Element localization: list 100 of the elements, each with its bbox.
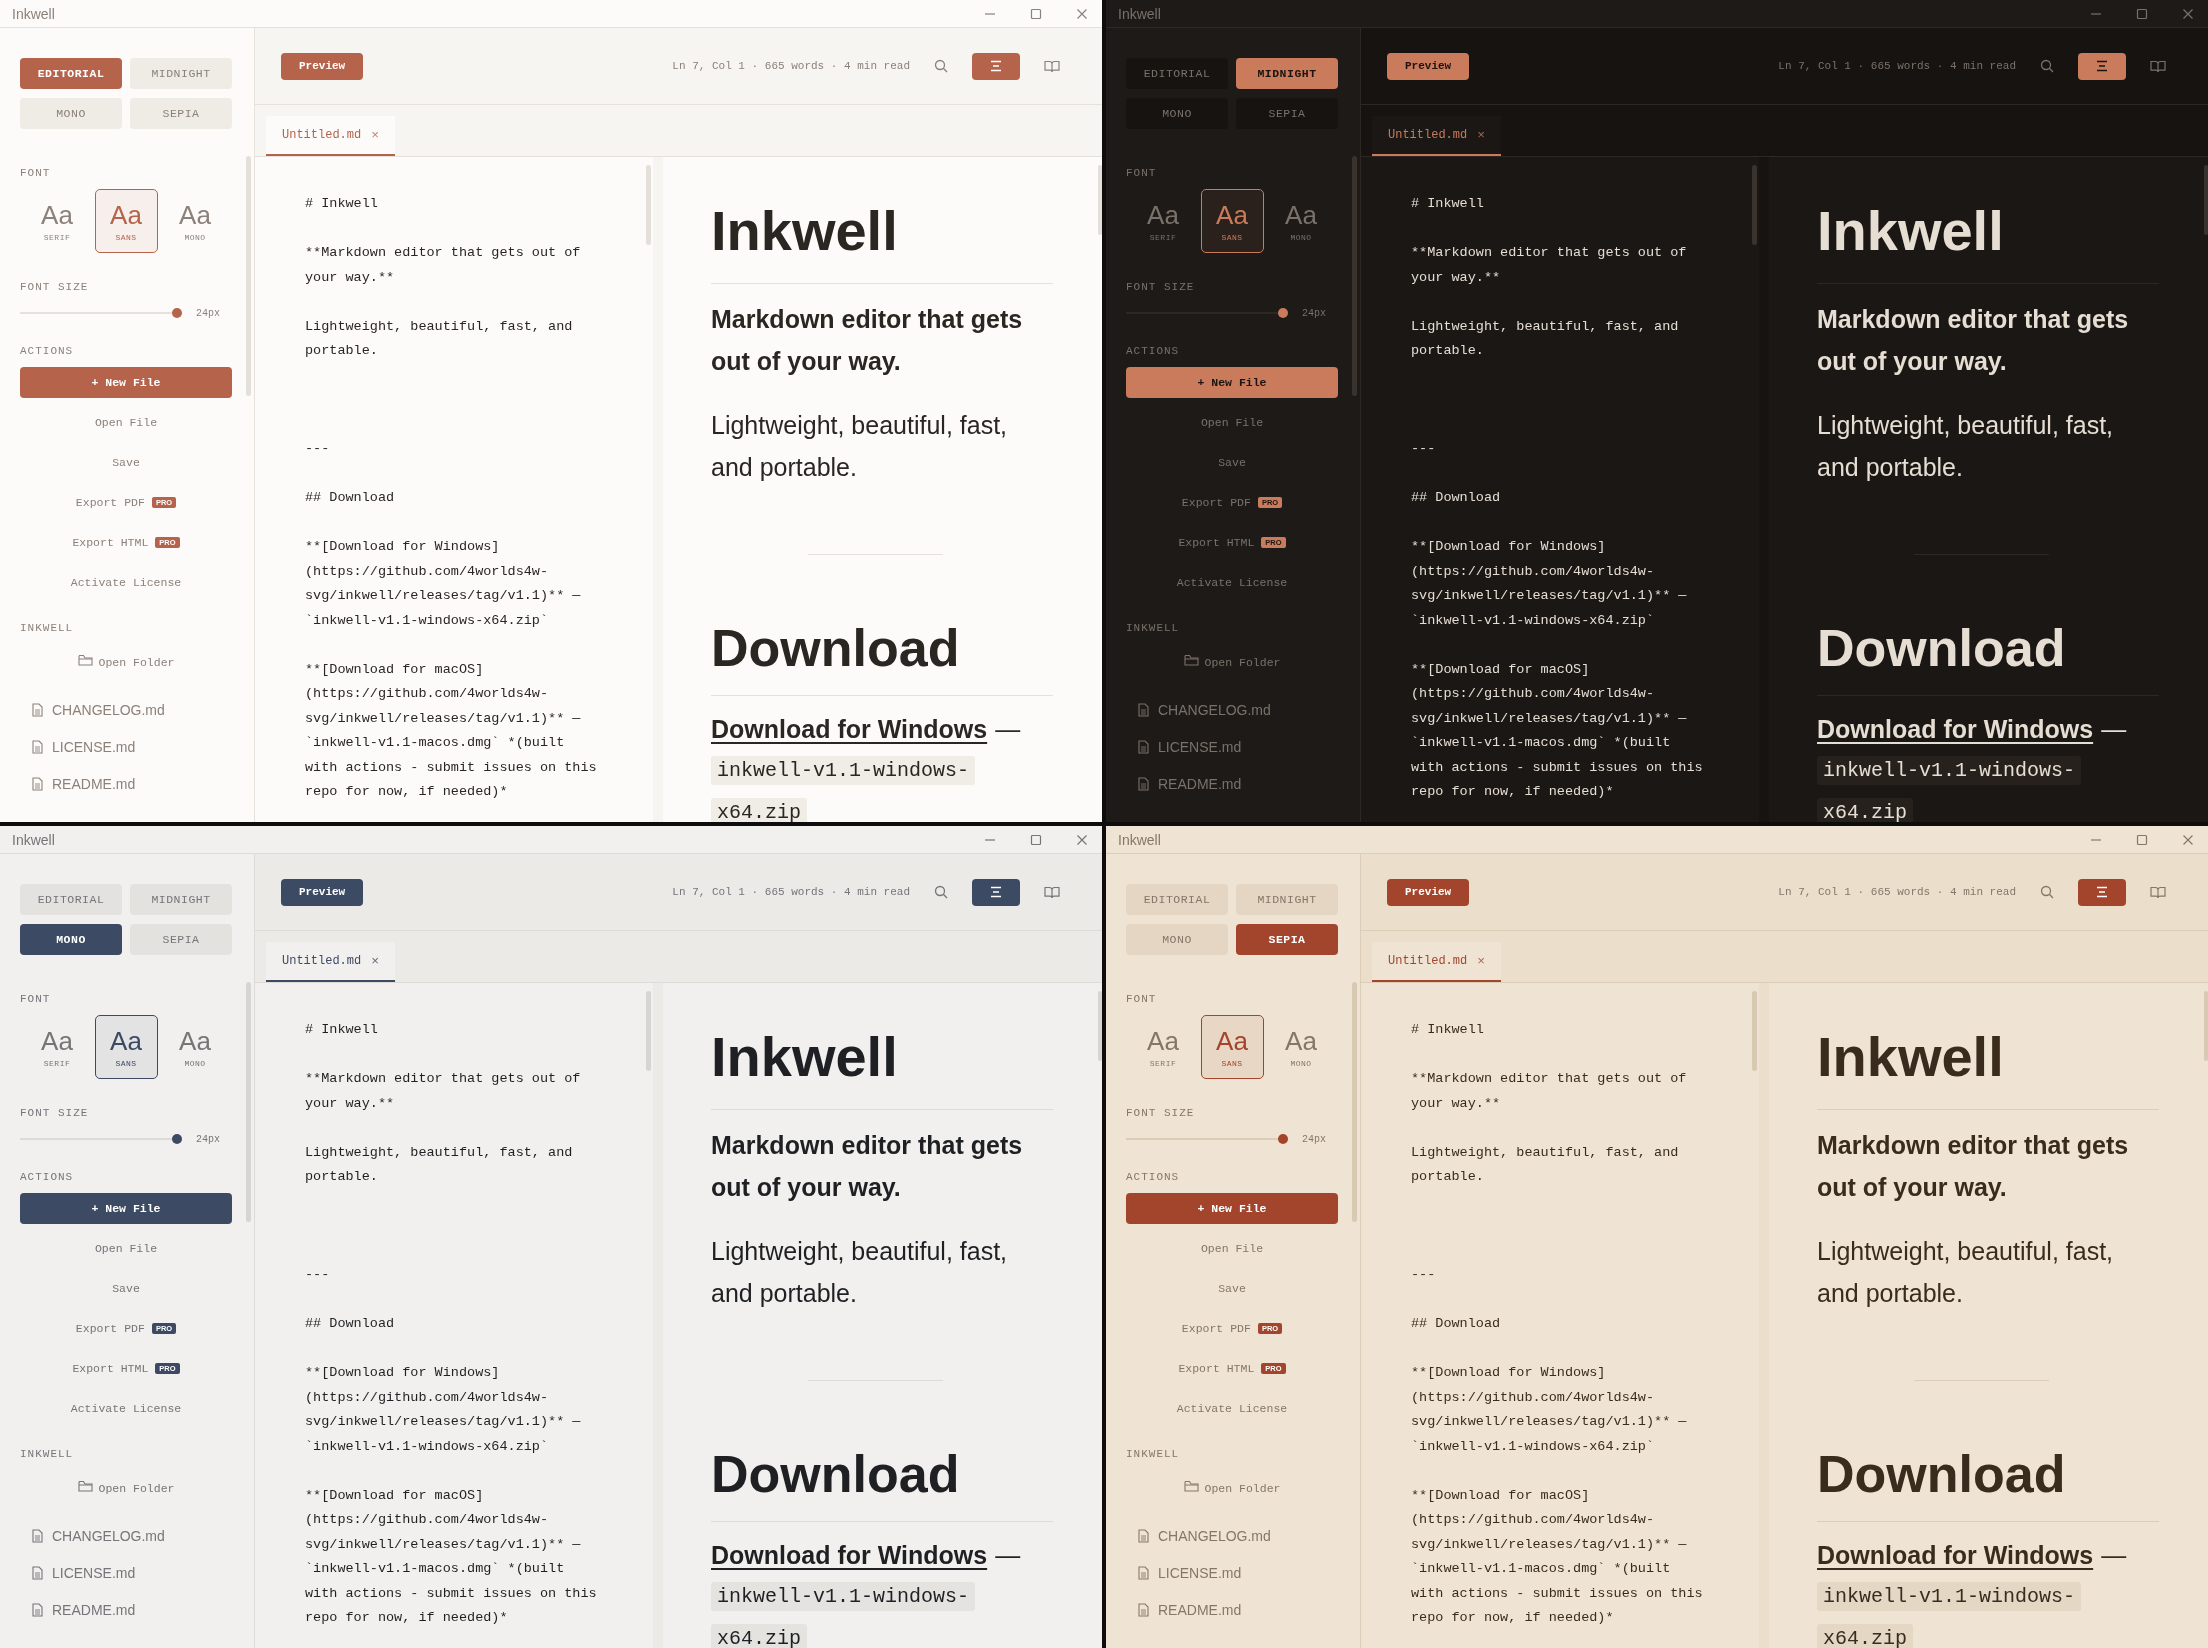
maximize-icon[interactable] [2136, 7, 2148, 20]
font-option[interactable]: Aa SERIF [1131, 189, 1195, 253]
theme-button[interactable]: EDITORIAL [20, 884, 122, 915]
tab-close-button[interactable]: × [1477, 127, 1486, 143]
tab-close-button[interactable]: × [371, 953, 380, 969]
file-name[interactable]: README.md [1158, 1601, 1242, 1618]
theme-button[interactable]: EDITORIAL [20, 58, 122, 89]
font-option[interactable]: Aa MONO [1269, 1015, 1333, 1079]
theme-button[interactable]: EDITORIAL [1126, 58, 1228, 89]
slider-thumb[interactable] [172, 1134, 182, 1144]
preview-button[interactable]: Preview [1387, 878, 1470, 906]
open-folder-button[interactable]: Open Folder [1183, 652, 1281, 669]
new-file-button[interactable]: + New File [20, 367, 232, 398]
theme-button[interactable]: EDITORIAL [1126, 884, 1228, 915]
action-link[interactable]: Export PDF [1181, 495, 1251, 509]
scrollbar[interactable] [1098, 991, 1102, 1061]
action-link[interactable]: Activate License [70, 1401, 182, 1415]
action-link[interactable]: Save [1218, 455, 1246, 469]
action-link[interactable]: Open File [1200, 415, 1264, 429]
close-icon[interactable] [1076, 7, 1088, 20]
tab-close-button[interactable]: × [371, 127, 380, 143]
new-file-button[interactable]: + New File [20, 1193, 232, 1224]
download-link[interactable]: Download for Windows [711, 1534, 988, 1576]
outline-button[interactable] [972, 52, 1020, 80]
file-name[interactable]: CHANGELOG.md [1158, 1527, 1271, 1544]
theme-button[interactable]: MONO [20, 98, 122, 129]
action-link[interactable]: Export PDF [1181, 1321, 1251, 1335]
theme-button[interactable]: MIDNIGHT [1236, 58, 1338, 89]
action-link[interactable]: Save [112, 1281, 140, 1295]
theme-button[interactable]: MIDNIGHT [130, 58, 232, 89]
action-link[interactable]: Export HTML [72, 535, 149, 549]
scrollbar[interactable] [246, 156, 251, 396]
action-link[interactable]: Export PDF [75, 495, 145, 509]
scrollbar[interactable] [246, 982, 251, 1222]
search-icon[interactable] [934, 885, 948, 899]
preview-button[interactable]: Preview [281, 52, 364, 80]
theme-button[interactable]: MONO [1126, 924, 1228, 955]
file-name[interactable]: CHANGELOG.md [1158, 701, 1271, 718]
download-link[interactable]: Download for Windows [1817, 708, 2094, 750]
tab-close-button[interactable]: × [1477, 953, 1486, 969]
preview-button[interactable]: Preview [281, 878, 364, 906]
maximize-icon[interactable] [1030, 7, 1042, 20]
maximize-icon[interactable] [2136, 833, 2148, 846]
theme-button[interactable]: MIDNIGHT [130, 884, 232, 915]
file-tab[interactable]: Untitled.md × [1372, 116, 1502, 156]
font-option[interactable]: Aa SANS [94, 1015, 158, 1079]
file-tab[interactable]: Untitled.md × [1372, 942, 1502, 982]
scrollbar[interactable] [1752, 991, 1757, 1071]
theme-button[interactable]: MONO [1126, 98, 1228, 129]
file-name[interactable]: CHANGELOG.md [52, 1527, 165, 1544]
preview-button[interactable]: Preview [1387, 52, 1470, 80]
file-name[interactable]: LICENSE.md [52, 1564, 136, 1581]
font-option[interactable]: Aa SANS [1200, 1015, 1264, 1079]
font-option[interactable]: Aa SERIF [1131, 1015, 1195, 1079]
close-icon[interactable] [2182, 7, 2194, 20]
file-tab[interactable]: Untitled.md × [266, 116, 396, 156]
scrollbar[interactable] [2204, 991, 2208, 1061]
search-icon[interactable] [2040, 885, 2054, 899]
font-option[interactable]: Aa SERIF [25, 1015, 89, 1079]
file-name[interactable]: LICENSE.md [52, 738, 136, 755]
slider-thumb[interactable] [1278, 308, 1288, 318]
action-link[interactable]: Export PDF [75, 1321, 145, 1335]
outline-button[interactable] [972, 878, 1020, 906]
action-link[interactable]: Save [1218, 1281, 1246, 1295]
close-icon[interactable] [1076, 833, 1088, 846]
theme-button[interactable]: SEPIA [130, 98, 232, 129]
close-icon[interactable] [2182, 833, 2194, 846]
font-option[interactable]: Aa SANS [1200, 189, 1264, 253]
theme-button[interactable]: SEPIA [1236, 924, 1338, 955]
scrollbar[interactable] [646, 165, 651, 245]
scrollbar[interactable] [1352, 156, 1357, 396]
font-option[interactable]: Aa MONO [1269, 189, 1333, 253]
font-option[interactable]: Aa SANS [94, 189, 158, 253]
font-option[interactable]: Aa MONO [163, 1015, 227, 1079]
action-link[interactable]: Export HTML [1178, 1361, 1255, 1375]
file-name[interactable]: README.md [52, 1601, 136, 1618]
font-option[interactable]: Aa MONO [163, 189, 227, 253]
scrollbar[interactable] [1098, 165, 1102, 235]
file-name[interactable]: LICENSE.md [1158, 738, 1242, 755]
search-icon[interactable] [934, 59, 948, 73]
scrollbar[interactable] [646, 991, 651, 1071]
new-file-button[interactable]: + New File [1126, 367, 1338, 398]
scrollbar[interactable] [1752, 165, 1757, 245]
download-link[interactable]: Download for Windows [711, 708, 988, 750]
action-link[interactable]: Export HTML [72, 1361, 149, 1375]
action-link[interactable]: Activate License [1176, 1401, 1288, 1415]
maximize-icon[interactable] [1030, 833, 1042, 846]
theme-button[interactable]: MIDNIGHT [1236, 884, 1338, 915]
slider-thumb[interactable] [172, 308, 182, 318]
outline-button[interactable] [2078, 52, 2126, 80]
theme-button[interactable]: MONO [20, 924, 122, 955]
slider-thumb[interactable] [1278, 1134, 1288, 1144]
scrollbar[interactable] [1352, 982, 1357, 1222]
file-name[interactable]: CHANGELOG.md [52, 701, 165, 718]
file-name[interactable]: README.md [52, 775, 136, 792]
action-link[interactable]: Open File [1200, 1241, 1264, 1255]
search-icon[interactable] [2040, 59, 2054, 73]
theme-button[interactable]: SEPIA [130, 924, 232, 955]
download-link[interactable]: Download for Windows [1817, 1534, 2094, 1576]
open-folder-button[interactable]: Open Folder [77, 1478, 175, 1495]
